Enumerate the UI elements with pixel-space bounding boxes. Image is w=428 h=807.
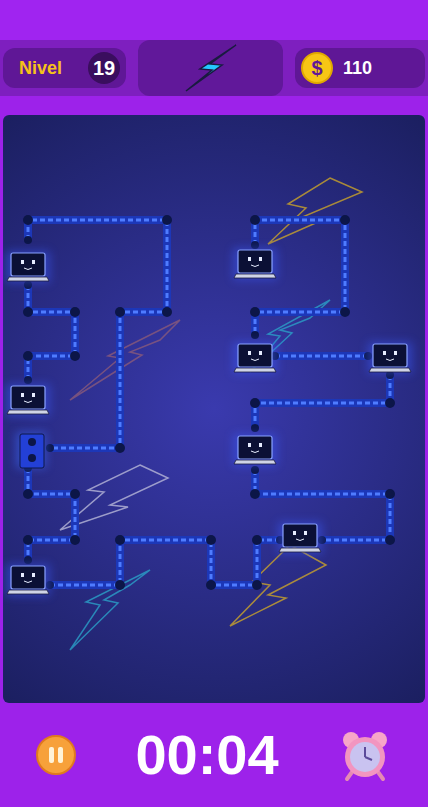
timer: 00:04 xyxy=(135,727,278,783)
power-outlet-icon xyxy=(16,432,46,468)
wire-pipe[interactable] xyxy=(250,371,395,432)
lightning-decoration-icon xyxy=(70,320,180,400)
energy-pill xyxy=(138,40,283,96)
coin-icon: $ xyxy=(301,52,333,84)
header-bar: Nivel 19 $ 110 xyxy=(0,40,428,96)
wire-pipe[interactable] xyxy=(271,352,372,360)
alarm-clock-icon[interactable] xyxy=(338,728,392,782)
laptop-icon xyxy=(278,522,322,554)
top-strip xyxy=(0,0,428,40)
lightning-icon xyxy=(182,43,240,93)
wire-pipe[interactable] xyxy=(23,464,80,564)
wire-pipe[interactable] xyxy=(46,535,284,590)
laptop-icon xyxy=(6,251,50,283)
game-board[interactable] xyxy=(3,115,425,703)
footer-bar: 00:04 xyxy=(0,703,428,807)
level-pill: Nivel 19 xyxy=(3,48,126,88)
laptop-icon xyxy=(368,342,412,374)
laptop-icon xyxy=(6,384,50,416)
wire-pipe[interactable] xyxy=(250,466,395,545)
wire-pipe[interactable] xyxy=(23,215,172,453)
level-label: Nivel xyxy=(19,55,62,82)
coin-count: 110 xyxy=(343,55,372,82)
laptop-icon xyxy=(233,434,277,466)
circuit-canvas[interactable] xyxy=(3,115,421,703)
laptop-icon xyxy=(233,342,277,374)
laptop-icon xyxy=(233,248,277,280)
pause-button[interactable] xyxy=(36,735,76,775)
level-number: 19 xyxy=(88,52,120,84)
laptop-icon xyxy=(6,564,50,596)
coins-pill: $ 110 xyxy=(295,48,425,88)
wire-pipe[interactable] xyxy=(23,281,80,384)
